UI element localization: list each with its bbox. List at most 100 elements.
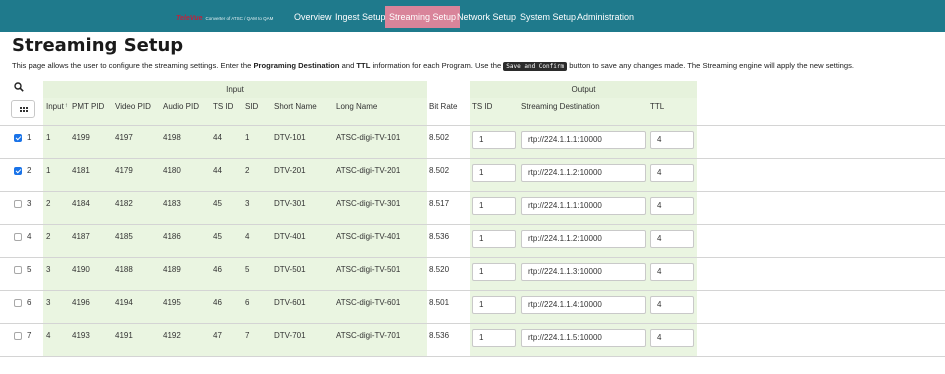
nav-ingest-setup[interactable]: Ingest Setup xyxy=(331,0,390,32)
cell-video-pid: 4182 xyxy=(115,199,133,208)
cell-sid: 7 xyxy=(245,331,250,340)
row-select-checkbox[interactable] xyxy=(14,200,22,208)
brand-logo[interactable]: TeleVue Converter of ATSC / QAM to QAM xyxy=(176,12,273,24)
col-pmt-pid[interactable]: PMT PID xyxy=(72,98,104,125)
nav-streaming-setup[interactable]: Streaming Setup xyxy=(385,6,461,28)
streaming-destination-input[interactable]: rtp://224.1.1.4:10000 xyxy=(521,296,646,314)
col-ts-id[interactable]: TS ID xyxy=(213,98,233,125)
table-row: 5 3 4190 4188 4189 46 5 DTV-501 ATSC-digi-TV-501… xyxy=(0,258,945,291)
save-confirm-keyword: Save and Confirm xyxy=(503,62,568,71)
col-ttl[interactable]: TTL xyxy=(650,98,664,125)
cell-pmt-pid: 4181 xyxy=(72,166,90,175)
out-ts-id-input[interactable]: 1 xyxy=(472,230,516,248)
search-icon[interactable] xyxy=(14,82,24,92)
cell-pmt-pid: 4193 xyxy=(72,331,90,340)
cell-short-name: DTV-601 xyxy=(274,298,306,307)
cell-ts-id: 46 xyxy=(213,298,222,307)
cell-input: 1 xyxy=(46,166,51,175)
cell-short-name: DTV-201 xyxy=(274,166,306,175)
streaming-destination-input[interactable]: rtp://224.1.1.1:10000 xyxy=(521,131,646,149)
cell-bit-rate: 8.517 xyxy=(429,199,450,208)
streaming-destination-input[interactable]: rtp://224.1.1.3:10000 xyxy=(521,263,646,281)
desc-text-1: This page allows the user to configure t… xyxy=(12,61,254,70)
row-number: 1 xyxy=(27,133,32,142)
cell-video-pid: 4194 xyxy=(115,298,133,307)
cell-audio-pid: 4180 xyxy=(163,166,181,175)
out-ts-id-input[interactable]: 1 xyxy=(472,329,516,347)
input-group-header: Input xyxy=(43,81,427,98)
ttl-input[interactable]: 4 xyxy=(650,329,694,347)
cell-long-name: ATSC-digi-TV-601 xyxy=(336,298,401,307)
cell-bit-rate: 8.536 xyxy=(429,232,450,241)
cell-audio-pid: 4183 xyxy=(163,199,181,208)
row-select-checkbox[interactable] xyxy=(14,266,22,274)
cell-bit-rate: 8.520 xyxy=(429,265,450,274)
cell-audio-pid: 4186 xyxy=(163,232,181,241)
streaming-destination-input[interactable]: rtp://224.1.1.1:10000 xyxy=(521,197,646,215)
ttl-input[interactable]: 4 xyxy=(650,230,694,248)
column-grid-icon[interactable] xyxy=(11,100,35,118)
col-long-name[interactable]: Long Name xyxy=(336,98,377,125)
col-streaming-destination[interactable]: Streaming Destination xyxy=(521,98,600,125)
streaming-destination-input[interactable]: rtp://224.1.1.2:10000 xyxy=(521,230,646,248)
ttl-input[interactable]: 4 xyxy=(650,131,694,149)
cell-bit-rate: 8.502 xyxy=(429,133,450,142)
row-select-checkbox[interactable] xyxy=(14,233,22,241)
col-video-pid[interactable]: Video PID xyxy=(115,98,151,125)
row-select-checkbox[interactable] xyxy=(14,134,22,142)
cell-audio-pid: 4195 xyxy=(163,298,181,307)
ttl-input[interactable]: 4 xyxy=(650,296,694,314)
cell-input: 1 xyxy=(46,133,51,142)
cell-input: 3 xyxy=(46,265,51,274)
output-group-header: Output xyxy=(470,81,697,98)
row-number: 6 xyxy=(27,298,32,307)
cell-sid: 5 xyxy=(245,265,250,274)
cell-input: 4 xyxy=(46,331,51,340)
cell-long-name: ATSC-digi-TV-501 xyxy=(336,265,401,274)
out-ts-id-input[interactable]: 1 xyxy=(472,164,516,182)
cell-bit-rate: 8.502 xyxy=(429,166,450,175)
col-sid[interactable]: SID xyxy=(245,98,258,125)
col-bit-rate[interactable]: Bit Rate xyxy=(429,98,457,125)
nav-system-setup[interactable]: System Setup xyxy=(516,0,580,32)
col-audio-pid[interactable]: Audio PID xyxy=(163,98,199,125)
col-short-name[interactable]: Short Name xyxy=(274,98,317,125)
row-number: 2 xyxy=(27,166,32,175)
cell-video-pid: 4188 xyxy=(115,265,133,274)
page-title: Streaming Setup xyxy=(12,35,184,56)
ttl-input[interactable]: 4 xyxy=(650,263,694,281)
nav-overview[interactable]: Overview xyxy=(290,0,336,32)
nav-network-setup[interactable]: Network Setup xyxy=(453,0,520,32)
nav-administration[interactable]: Administration xyxy=(573,0,638,32)
col-out-ts-id[interactable]: TS ID xyxy=(472,98,492,125)
row-number: 3 xyxy=(27,199,32,208)
brand-name: TeleVue xyxy=(176,14,203,22)
out-ts-id-input[interactable]: 1 xyxy=(472,263,516,281)
cell-ts-id: 45 xyxy=(213,232,222,241)
cell-pmt-pid: 4187 xyxy=(72,232,90,241)
cell-long-name: ATSC-digi-TV-701 xyxy=(336,331,401,340)
cell-ts-id: 44 xyxy=(213,133,222,142)
out-ts-id-input[interactable]: 1 xyxy=(472,197,516,215)
out-ts-id-input[interactable]: 1 xyxy=(472,296,516,314)
cell-ts-id: 46 xyxy=(213,265,222,274)
row-select-checkbox[interactable] xyxy=(14,332,22,340)
ttl-input[interactable]: 4 xyxy=(650,197,694,215)
table-row: 6 3 4196 4194 4195 46 6 DTV-601 ATSC-digi-TV-601… xyxy=(0,291,945,324)
col-input[interactable]: Input↑ xyxy=(46,98,68,125)
cell-video-pid: 4179 xyxy=(115,166,133,175)
row-select-checkbox[interactable] xyxy=(14,299,22,307)
out-ts-id-input[interactable]: 1 xyxy=(472,131,516,149)
cell-sid: 6 xyxy=(245,298,250,307)
ttl-input[interactable]: 4 xyxy=(650,164,694,182)
cell-ts-id: 44 xyxy=(213,166,222,175)
cell-pmt-pid: 4184 xyxy=(72,199,90,208)
cell-long-name: ATSC-digi-TV-201 xyxy=(336,166,401,175)
cell-sid: 3 xyxy=(245,199,250,208)
streaming-destination-input[interactable]: rtp://224.1.1.2:10000 xyxy=(521,164,646,182)
cell-long-name: ATSC-digi-TV-101 xyxy=(336,133,401,142)
streaming-destination-input[interactable]: rtp://224.1.1.5:10000 xyxy=(521,329,646,347)
row-select-checkbox[interactable] xyxy=(14,167,22,175)
cell-long-name: ATSC-digi-TV-401 xyxy=(336,232,401,241)
desc-text-3: information for each Program. Use the xyxy=(370,61,504,70)
